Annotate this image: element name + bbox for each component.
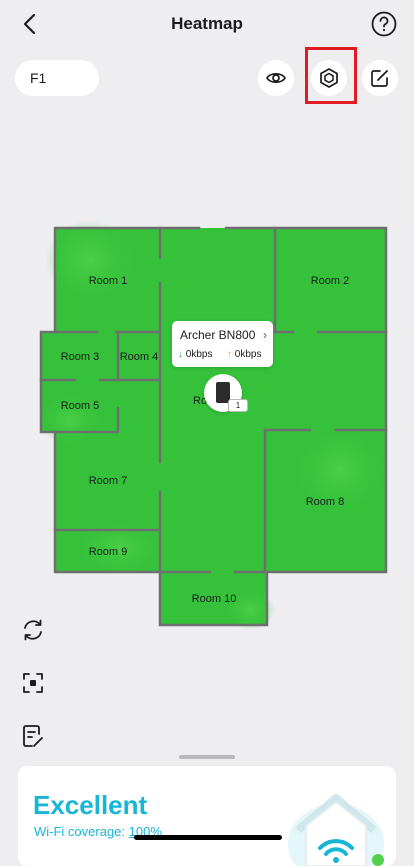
- router-marker[interactable]: 1: [204, 374, 248, 412]
- device-name: Archer BN800: [180, 328, 256, 342]
- room-label: Room 8: [306, 496, 345, 508]
- room-label: Room 4: [120, 351, 159, 363]
- upload-rate: ↑ 0kbps: [227, 349, 261, 360]
- home-indicator: [134, 835, 282, 840]
- chevron-right-icon: ›: [263, 328, 267, 342]
- room-label: Room 10: [192, 593, 237, 605]
- page-title: Heatmap: [171, 14, 243, 33]
- arrow-up-icon: ↑: [227, 349, 232, 360]
- device-popup[interactable]: Archer BN800 › ↓ 0kbps ↑ 0kbps: [172, 321, 273, 367]
- room-label: Room 7: [89, 475, 128, 487]
- upload-value: 0kbps: [234, 349, 262, 360]
- room-label: Room 5: [61, 400, 100, 412]
- edit-square-icon: [371, 70, 388, 87]
- visibility-button[interactable]: [258, 60, 294, 96]
- device-count-badge: 1: [228, 399, 248, 412]
- edit-button[interactable]: [362, 60, 398, 96]
- sheet-grabber[interactable]: [179, 755, 235, 759]
- room-label: Room 9: [89, 546, 128, 558]
- header: Heatmap: [0, 0, 414, 50]
- room-label: Room 1: [89, 275, 128, 287]
- highlight-box: [305, 47, 357, 104]
- wifi-house-icon: [288, 794, 384, 866]
- download-rate: ↓ 0kbps: [178, 349, 212, 360]
- refresh-icon[interactable]: [20, 617, 46, 643]
- checklist-edit-icon[interactable]: [20, 723, 46, 749]
- question-circle-icon[interactable]: [371, 11, 397, 37]
- floor-selector[interactable]: F1: [15, 60, 99, 96]
- scan-focus-icon[interactable]: [20, 670, 46, 696]
- room-label: Room 2: [311, 275, 350, 287]
- coverage-quality: Excellent: [33, 790, 148, 820]
- eye-icon: [266, 73, 286, 83]
- arrow-down-icon: ↓: [178, 349, 183, 360]
- room-label: Room 3: [61, 351, 100, 363]
- download-value: 0kbps: [185, 349, 213, 360]
- coverage-summary-card[interactable]: Excellent Wi-Fi coverage: 100%: [18, 766, 396, 866]
- coverage-label: Wi-Fi coverage:: [34, 824, 126, 839]
